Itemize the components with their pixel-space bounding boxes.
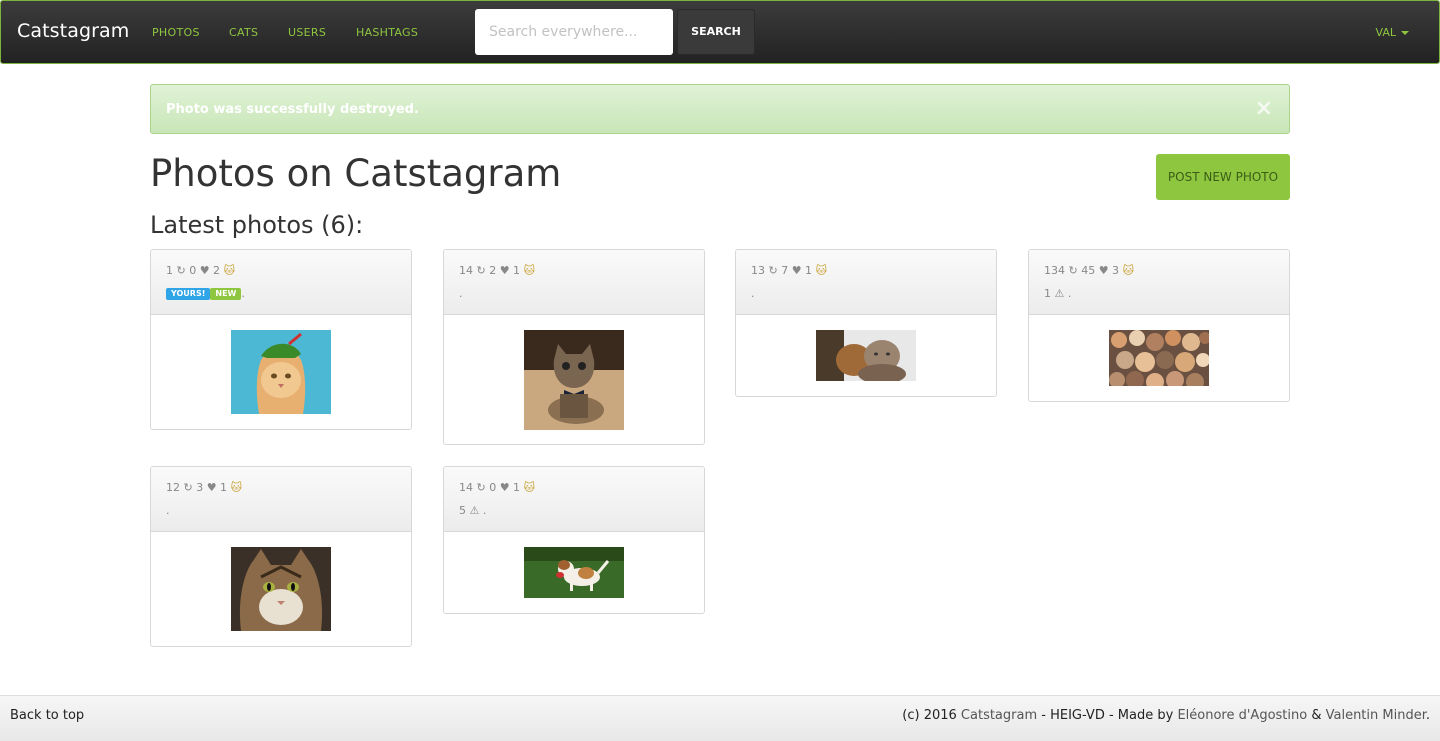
card-header: 14 ↻ 0 ♥ 1 🐱 5 ⚠ . — [444, 467, 704, 532]
beagle-puppy-image[interactable] — [524, 547, 624, 598]
cat-icon: 🐱 — [223, 264, 236, 277]
page-title: Photos on Catstagram — [150, 152, 562, 195]
search-button[interactable]: SEARCH — [677, 9, 755, 55]
card-header: 13 ↻ 7 ♥ 1 🐱 . — [736, 250, 996, 315]
photo-badges: YOURS! NEW. — [166, 287, 245, 300]
photo-caption: . — [166, 504, 170, 517]
tabby-face-image[interactable] — [231, 547, 331, 631]
yours-badge: YOURS! — [166, 288, 211, 300]
two-cats-image[interactable] — [816, 330, 916, 381]
success-alert: Photo was successfully destroyed. × — [150, 84, 1290, 134]
user-name: VAL — [1375, 26, 1396, 39]
photo-caption: . — [459, 287, 463, 300]
cat-icon: 🐱 — [815, 264, 828, 277]
kitten-bowtie-image[interactable] — [524, 330, 624, 430]
author-link-1[interactable]: Eléonore d'Agostino — [1177, 708, 1307, 723]
photo-card[interactable]: 12 ↻ 3 ♥ 1 🐱 . — [150, 466, 412, 647]
photo-card[interactable]: 14 ↻ 0 ♥ 1 🐱 5 ⚠ . — [443, 466, 705, 614]
caret-down-icon — [1401, 31, 1409, 35]
footer: Back to top (c) 2016 Catstagram - HEIG-V… — [0, 695, 1440, 741]
card-header: 12 ↻ 3 ♥ 1 🐱 . — [151, 467, 411, 532]
photo-card[interactable]: 1 ↻ 0 ♥ 2 🐱 YOURS! NEW. — [150, 249, 412, 430]
nav-photos[interactable]: PHOTOS — [152, 26, 200, 39]
photo-stats: 14 ↻ 0 ♥ 1 🐱 — [459, 481, 536, 494]
nav-users[interactable]: USERS — [288, 26, 326, 39]
back-to-top-link[interactable]: Back to top — [10, 708, 84, 723]
photo-card[interactable]: 13 ↻ 7 ♥ 1 🐱 . — [735, 249, 997, 397]
nav-cats[interactable]: CATS — [229, 26, 258, 39]
cat-icon: 🐱 — [230, 481, 243, 494]
photo-card[interactable]: 14 ↻ 2 ♥ 1 🐱 . — [443, 249, 705, 445]
cat-icon: 🐱 — [523, 264, 536, 277]
user-menu[interactable]: VAL — [1376, 26, 1409, 39]
card-header: 14 ↻ 2 ♥ 1 🐱 . — [444, 250, 704, 315]
many-cats-image[interactable] — [1109, 330, 1209, 386]
photo-stats: 1 ↻ 0 ♥ 2 🐱 — [166, 264, 236, 277]
card-header: 1 ↻ 0 ♥ 2 🐱 YOURS! NEW. — [151, 250, 411, 315]
site-link[interactable]: Catstagram — [961, 708, 1037, 723]
navbar: Catstagram PHOTOS CATS USERS HASHTAGS SE… — [0, 0, 1440, 64]
latest-photos-heading: Latest photos (6): — [150, 211, 364, 239]
close-icon[interactable]: × — [1255, 96, 1273, 121]
alert-message: Photo was successfully destroyed. — [166, 102, 419, 117]
cat-icon: 🐱 — [523, 481, 536, 494]
photo-stats: 12 ↻ 3 ♥ 1 🐱 — [166, 481, 243, 494]
cat-icon: 🐱 — [1122, 264, 1135, 277]
author-link-2[interactable]: Valentin Minder — [1326, 708, 1426, 723]
card-header: 134 ↻ 45 ♥ 3 🐱 1 ⚠ . — [1029, 250, 1289, 315]
nav-hashtags[interactable]: HASHTAGS — [356, 26, 418, 39]
new-badge: NEW — [210, 288, 242, 300]
search-input[interactable] — [475, 9, 673, 55]
photo-caption: 1 ⚠ . — [1044, 287, 1072, 300]
photo-stats: 134 ↻ 45 ♥ 3 🐱 — [1044, 264, 1135, 277]
photo-card[interactable]: 134 ↻ 45 ♥ 3 🐱 1 ⚠ . — [1028, 249, 1290, 402]
photo-caption: . — [751, 287, 755, 300]
post-new-photo-button[interactable]: POST NEW PHOTO — [1156, 154, 1290, 200]
photo-stats: 13 ↻ 7 ♥ 1 🐱 — [751, 264, 828, 277]
photo-stats: 14 ↻ 2 ♥ 1 🐱 — [459, 264, 536, 277]
cat-with-hat-image[interactable] — [231, 330, 331, 414]
brand-logo[interactable]: Catstagram — [17, 20, 129, 42]
photo-caption: 5 ⚠ . — [459, 504, 487, 517]
credits: (c) 2016 Catstagram - HEIG-VD - Made by … — [902, 708, 1430, 723]
